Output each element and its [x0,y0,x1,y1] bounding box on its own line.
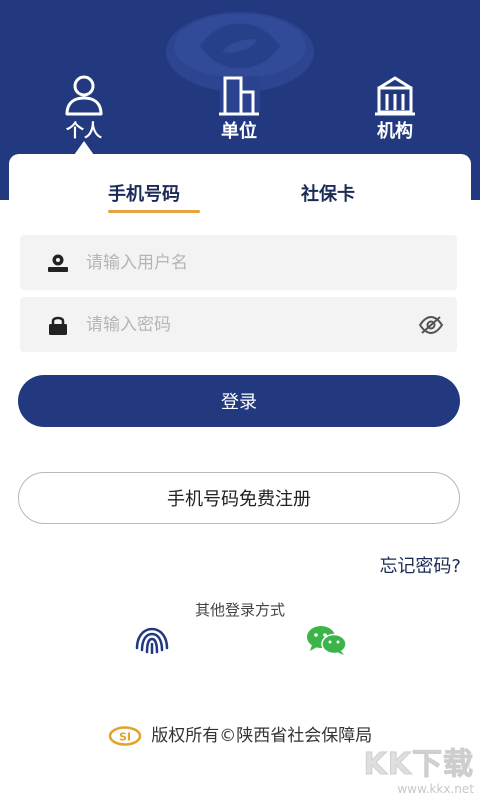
user-icon [48,254,68,272]
tab-phone-login[interactable]: 手机号码 [108,181,180,209]
eye-off-icon[interactable] [418,314,444,336]
footer-text: 版权所有©陕西省社会保障局 [151,726,373,746]
tab-unit-label: 单位 [221,121,257,142]
institution-icon [375,76,415,116]
watermark-main: KK下载 [363,747,474,782]
building-icon [219,76,259,116]
active-tab-pointer [74,141,94,155]
login-button[interactable]: 登录 [18,375,460,427]
lock-icon [49,316,67,335]
tab-social-security-card-login[interactable]: 社保卡 [301,181,355,209]
username-field [20,235,457,290]
forgot-password-link[interactable]: 忘记密码? [379,554,461,580]
footer-copyright: SI 版权所有©陕西省社会保障局 [0,724,480,748]
password-input[interactable] [86,297,416,352]
watermark: KK下载 www.kkx.net [363,747,474,796]
watermark-url: www.kkx.net [397,782,474,796]
si-logo-icon: SI [108,726,142,746]
si-logo-text: SI [119,731,131,744]
wechat-icon[interactable] [306,624,348,656]
register-button[interactable]: 手机号码免费注册 [18,472,460,524]
tab-personal[interactable]: 个人 [29,74,139,146]
tab-unit[interactable]: 单位 [184,74,294,146]
other-login-title: 其他登录方式 [194,601,285,619]
tab-org-label: 机构 [377,121,413,142]
username-input[interactable] [86,235,416,290]
fingerprint-icon[interactable] [134,626,170,654]
active-tab-underline [108,210,200,213]
person-icon [65,75,103,116]
tab-org[interactable]: 机构 [340,74,450,146]
password-field [20,297,457,352]
